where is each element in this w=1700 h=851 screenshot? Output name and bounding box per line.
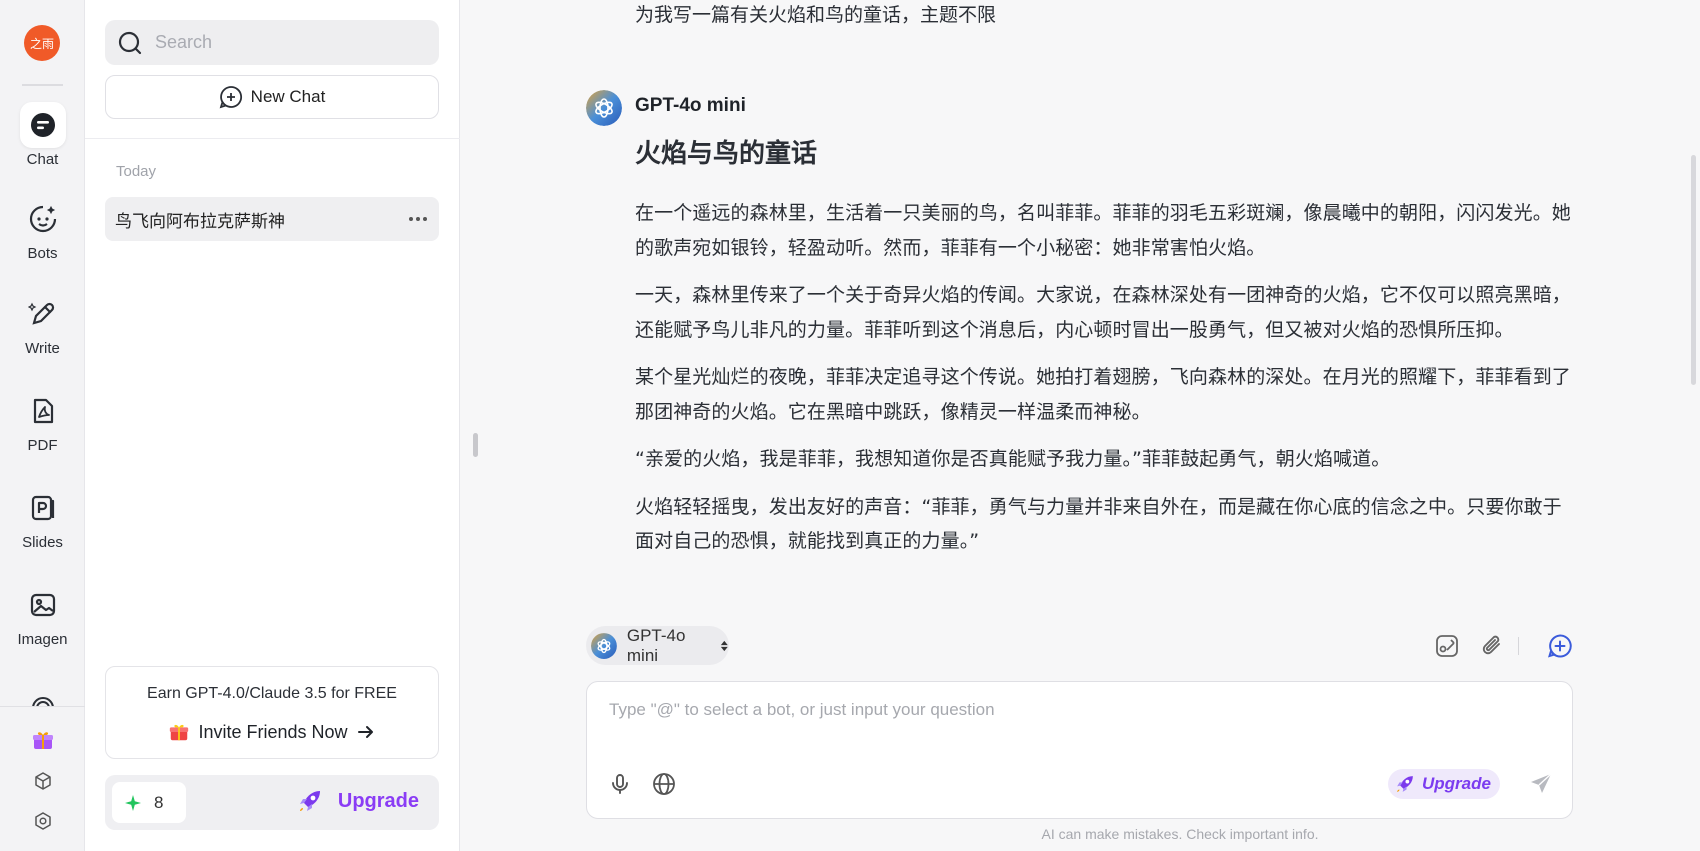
rail-item-pdf[interactable]: PDF: [0, 388, 85, 454]
sparkle-icon: [125, 794, 141, 811]
rocket-icon: [1397, 776, 1413, 792]
story-paragraph: 某个星光灿烂的夜晚，菲菲决定追寻这个传说。她拍打着翅膀，飞向森林的深处。在月光的…: [635, 366, 1571, 423]
search-icon: [118, 31, 142, 54]
gift-icon[interactable]: [0, 728, 85, 752]
new-chat-button[interactable]: New Chat: [105, 75, 439, 119]
toolbar-divider: [1518, 637, 1519, 655]
story-paragraph: 在一个遥远的森林里，生活着一只美丽的鸟，名叫菲菲。菲菲的羽毛五彩斑斓，像晨曦中的…: [635, 202, 1571, 259]
scrollbar[interactable]: [1691, 155, 1696, 385]
rail-label-bots: Bots: [27, 245, 58, 262]
settings-icon[interactable]: [0, 811, 85, 831]
gift-icon: [170, 724, 189, 741]
message-input[interactable]: [609, 700, 1549, 740]
gpt-avatar-icon: [586, 90, 622, 126]
rail-item-bots[interactable]: Bots: [0, 196, 85, 262]
gpt-avatar-icon: [591, 632, 617, 659]
rail-item-chat[interactable]: Chat: [0, 102, 85, 168]
bot-icon: [20, 196, 66, 242]
message-composer: Upgrade: [586, 681, 1573, 819]
rail-label-chat: Chat: [26, 151, 59, 168]
rail-item-slides[interactable]: Slides: [0, 485, 85, 551]
promo-title: Earn GPT-4.0/Claude 3.5 for FREE: [147, 685, 397, 702]
cube-icon[interactable]: [0, 771, 85, 791]
credit-bar: 8 Upgrade: [105, 775, 439, 830]
rail-label-imagen: Imagen: [17, 631, 68, 648]
attachment-icon[interactable]: [1476, 630, 1508, 662]
rail-item-imagen[interactable]: Imagen: [0, 582, 85, 648]
pdf-icon: [20, 388, 66, 434]
arrow-right-icon: [357, 726, 373, 738]
new-chat-icon[interactable]: [1544, 630, 1576, 662]
search-box[interactable]: [105, 20, 439, 65]
new-chat-icon: [219, 86, 242, 109]
rail-more-icon[interactable]: [0, 690, 85, 706]
rail-divider-bottom: [0, 706, 85, 707]
search-input[interactable]: [155, 32, 415, 53]
credits-count: 8: [154, 792, 164, 812]
invite-friends-label: Invite Friends Now: [198, 721, 348, 742]
chat-icon: [19, 102, 66, 148]
sort-caret-icon: [721, 640, 729, 651]
conversation-pane: 为我写一篇有关火焰和鸟的童话，主题不限 GPT-4o mini 火焰与鸟的童话 …: [460, 0, 1700, 851]
bot-name: GPT-4o mini: [635, 95, 746, 116]
rocket-icon: [299, 791, 320, 811]
disclaimer-text: AI can make mistakes. Check important in…: [1041, 826, 1319, 842]
upgrade-label: Upgrade: [337, 789, 419, 812]
chat-history-item[interactable]: 鸟飞向阿布拉克萨斯神: [105, 197, 439, 241]
bot-response: 在一个遥远的森林里，生活着一只美丽的鸟，名叫菲菲。菲菲的羽毛五彩斑斓，像晨曦中的…: [635, 196, 1575, 572]
slides-icon: [20, 485, 66, 531]
story-title: 火焰与鸟的童话: [635, 139, 818, 169]
story-paragraph: “亲爱的火焰，我是菲菲，我想知道你是否真能赋予我力量。”菲菲鼓起勇气，朝火焰喊道…: [635, 448, 1391, 470]
image-icon: [20, 582, 66, 628]
pen-icon: [20, 291, 66, 337]
composer-upgrade-button[interactable]: Upgrade: [1388, 769, 1500, 799]
story-paragraph: 一天，森林里传来了一个关于奇异火焰的传闻。大家说，在森林深处有一团神奇的火焰，它…: [635, 284, 1571, 341]
sidebar-divider: [85, 138, 460, 139]
user-message: 为我写一篇有关火焰和鸟的童话，主题不限: [635, 4, 997, 26]
rail-label-pdf: PDF: [27, 437, 58, 454]
new-chat-label: New Chat: [250, 87, 326, 106]
globe-icon[interactable]: [649, 769, 679, 799]
chat-history-title: 鸟飞向阿布拉克萨斯神: [115, 211, 285, 232]
model-selector[interactable]: GPT-4o mini: [586, 626, 729, 665]
invite-friends-link[interactable]: Invite Friends Now: [106, 721, 438, 743]
rail-label-write: Write: [25, 340, 60, 357]
rail-label-slides: Slides: [22, 534, 63, 551]
left-rail: 之雨 Chat Bots Write PDF Slides Imagen: [0, 0, 85, 851]
chat-sidebar: New Chat Today 鸟飞向阿布拉克萨斯神 Earn GPT-4.0/C…: [85, 0, 460, 851]
send-icon[interactable]: [1526, 769, 1556, 799]
app-window: 之雨 Chat Bots Write PDF Slides Imagen Sea…: [0, 0, 1700, 851]
upgrade-button[interactable]: Upgrade: [296, 787, 419, 815]
section-today: Today: [116, 163, 157, 180]
rail-item-write[interactable]: Write: [0, 291, 85, 357]
composer-upgrade-label: Upgrade: [1422, 774, 1491, 793]
invite-promo-card: Earn GPT-4.0/Claude 3.5 for FREE Invite …: [105, 666, 439, 759]
model-selector-label: GPT-4o mini: [626, 625, 686, 665]
app-logo[interactable]: 之雨: [24, 25, 60, 61]
credits-badge[interactable]: 8: [112, 782, 186, 823]
image-edit-icon[interactable]: [1431, 630, 1463, 662]
resize-handle[interactable]: [473, 433, 478, 457]
more-options-icon[interactable]: [409, 217, 427, 221]
rail-divider: [22, 84, 63, 86]
story-paragraph: 火焰轻轻摇曳，发出友好的声音：“菲菲，勇气与力量并非来自外在，而是藏在你心底的信…: [635, 495, 1562, 553]
microphone-icon[interactable]: [605, 769, 635, 799]
